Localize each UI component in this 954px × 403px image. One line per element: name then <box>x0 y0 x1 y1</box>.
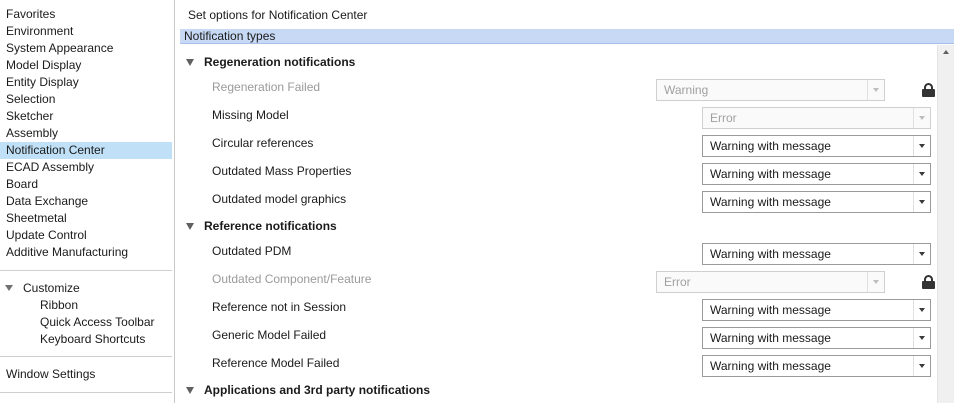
sidebar-item-board[interactable]: Board <box>0 176 172 193</box>
dropdown-button[interactable] <box>913 192 930 212</box>
label-reference-model-failed: Reference Model Failed <box>212 356 340 370</box>
label-reference-not-in-session: Reference not in Session <box>212 300 347 314</box>
dropdown-generic-model-failed[interactable]: Warning with message <box>702 327 931 349</box>
sidebar-item-selection[interactable]: Selection <box>0 91 172 108</box>
dropdown-outdated-component-feature: Error <box>656 271 885 293</box>
notification-types-header: Notification types <box>180 29 954 44</box>
sidebar-item-update-control[interactable]: Update Control <box>0 227 172 244</box>
section-label: Applications and 3rd party notifications <box>204 383 431 397</box>
options-main-panel: Set options for Notification Center Noti… <box>176 0 954 403</box>
dropdown-button[interactable] <box>913 136 930 156</box>
dropdown-button <box>913 108 930 128</box>
dropdown-value: Warning with message <box>710 139 831 153</box>
label-missing-model: Missing Model <box>212 108 289 122</box>
dropdown-regeneration-failed: Warning <box>656 79 885 101</box>
chevron-down-icon <box>919 364 925 368</box>
dropdown-value: Error <box>710 111 737 125</box>
sidebar-item-entity-display[interactable]: Entity Display <box>0 74 172 91</box>
dropdown-outdated-mass-properties[interactable]: Warning with message <box>702 163 931 185</box>
page-title: Set options for Notification Center <box>188 8 368 22</box>
lock-icon <box>922 275 935 289</box>
dropdown-button[interactable] <box>913 356 930 376</box>
sidebar-item-window-settings[interactable]: Window Settings <box>0 366 172 383</box>
vertical-scrollbar[interactable] <box>937 45 954 403</box>
section-label: Regeneration notifications <box>204 55 356 69</box>
sidebar-divider <box>0 392 172 393</box>
dropdown-value: Warning with message <box>710 195 831 209</box>
chevron-down-icon <box>873 280 879 284</box>
lock-icon <box>922 83 935 97</box>
collapse-triangle-icon[interactable] <box>186 387 194 394</box>
label-regeneration-failed: Regeneration Failed <box>212 80 321 94</box>
sidebar-item-sketcher[interactable]: Sketcher <box>0 108 172 125</box>
options-sidebar: Favorites Environment System Appearance … <box>0 0 175 403</box>
dropdown-button[interactable] <box>913 244 930 264</box>
dropdown-value: Warning with message <box>710 303 831 317</box>
sidebar-item-assembly[interactable]: Assembly <box>0 125 172 142</box>
label-outdated-component-feature: Outdated Component/Feature <box>212 272 372 286</box>
label-circular-references: Circular references <box>212 136 314 150</box>
dropdown-value: Warning with message <box>710 359 831 373</box>
chevron-down-icon <box>919 144 925 148</box>
dropdown-reference-model-failed[interactable]: Warning with message <box>702 355 931 377</box>
dropdown-button[interactable] <box>913 300 930 320</box>
chevron-down-icon <box>919 200 925 204</box>
scroll-up-button[interactable] <box>938 45 954 59</box>
dropdown-missing-model: Error <box>702 107 931 129</box>
dropdown-outdated-model-graphics[interactable]: Warning with message <box>702 191 931 213</box>
dropdown-outdated-pdm[interactable]: Warning with message <box>702 243 931 265</box>
dropdown-button <box>867 80 884 100</box>
sidebar-divider <box>0 270 172 271</box>
sidebar-item-quick-access-toolbar[interactable]: Quick Access Toolbar <box>40 314 155 331</box>
dropdown-circular-references[interactable]: Warning with message <box>702 135 931 157</box>
sidebar-item-ecad-assembly[interactable]: ECAD Assembly <box>0 159 172 176</box>
dropdown-value: Error <box>664 275 691 289</box>
collapse-triangle-icon[interactable] <box>186 223 194 230</box>
label-outdated-pdm: Outdated PDM <box>212 244 292 258</box>
dropdown-reference-not-in-session[interactable]: Warning with message <box>702 299 931 321</box>
dropdown-button[interactable] <box>913 164 930 184</box>
sidebar-item-system-appearance[interactable]: System Appearance <box>0 40 172 57</box>
section-label: Reference notifications <box>204 219 337 233</box>
collapse-triangle-icon[interactable] <box>186 59 194 66</box>
sidebar-group-label: Customize <box>23 281 80 295</box>
dropdown-button <box>867 272 884 292</box>
label-outdated-mass-properties: Outdated Mass Properties <box>212 164 352 178</box>
dropdown-value: Warning <box>664 83 709 97</box>
sidebar-divider <box>0 356 172 357</box>
chevron-up-icon <box>943 50 949 54</box>
sidebar-item-keyboard-shortcuts[interactable]: Keyboard Shortcuts <box>40 331 145 348</box>
chevron-down-icon <box>919 336 925 340</box>
collapse-triangle-icon[interactable] <box>5 285 13 291</box>
dropdown-value: Warning with message <box>710 247 831 261</box>
sidebar-item-data-exchange[interactable]: Data Exchange <box>0 193 172 210</box>
chevron-down-icon <box>919 172 925 176</box>
chevron-down-icon <box>919 116 925 120</box>
dropdown-value: Warning with message <box>710 331 831 345</box>
sidebar-item-additive-manufacturing[interactable]: Additive Manufacturing <box>0 244 172 261</box>
sidebar-item-notification-center[interactable]: Notification Center <box>0 142 172 159</box>
sidebar-group-customize[interactable]: Customize <box>0 280 172 297</box>
sidebar-item-sheetmetal[interactable]: Sheetmetal <box>0 210 172 227</box>
sidebar-item-favorites[interactable]: Favorites <box>0 6 172 23</box>
dropdown-button[interactable] <box>913 328 930 348</box>
chevron-down-icon <box>873 88 879 92</box>
dropdown-value: Warning with message <box>710 167 831 181</box>
chevron-down-icon <box>919 252 925 256</box>
chevron-down-icon <box>919 308 925 312</box>
sidebar-item-ribbon[interactable]: Ribbon <box>40 297 78 314</box>
label-generic-model-failed: Generic Model Failed <box>212 328 327 342</box>
notification-types-label: Notification types <box>184 29 276 43</box>
sidebar-item-environment[interactable]: Environment <box>0 23 172 40</box>
sidebar-item-model-display[interactable]: Model Display <box>0 57 172 74</box>
label-outdated-model-graphics: Outdated model graphics <box>212 192 347 206</box>
